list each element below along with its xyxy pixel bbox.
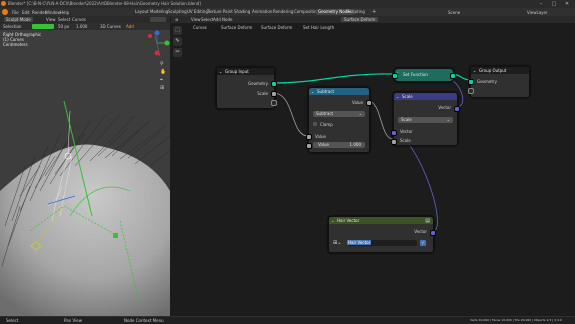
group-output-node[interactable]: ⌄ Group Output Geometry [468,66,530,98]
scale-input-socket[interactable] [391,139,397,145]
node-header[interactable]: ⌄ Hair Vector [329,217,433,224]
output-vector-label: Vector [438,105,451,110]
scale-node[interactable]: ⌄ Scale Vector Scale ⌄ Vector Scale [391,92,460,146]
vector-input-socket[interactable] [391,130,397,136]
node-title: Group Input [225,69,249,74]
confirm-check-icon[interactable]: ✓ [420,240,426,246]
output-vector-label: Vector [414,229,427,234]
group-input-node[interactable]: ⌄ Group Input Geometry Scale [216,67,277,109]
geometry-socket[interactable] [271,81,277,87]
node-header[interactable]: ⌄ Group Output [471,67,529,74]
input-geometry-label: Geometry [477,79,497,84]
collapse-icon[interactable]: ⌄ [396,93,399,100]
subtract-node[interactable]: ⌄ Subtract Value Subtract ⌄ Clamp Value Va… [306,87,372,153]
node-title: Scale [402,94,413,99]
attribute-name-field[interactable]: Hair Vector [347,240,417,246]
hair-vector-node[interactable]: ⌄ Hair Vector ▤ Vector ⊞⌄ Hair Vector ✓ [328,216,436,253]
set-function-node[interactable]: › Set Function [392,68,456,82]
vector-output-socket[interactable] [430,230,436,236]
value-output-socket[interactable] [366,100,372,106]
node-title: Subtract [317,89,335,94]
node-options-icon[interactable]: ▤ [425,218,430,224]
output-geometry-label: Geometry [248,81,268,86]
status-context-menu: Node Context Menu [124,318,164,323]
collapse-icon[interactable]: ⌄ [331,217,334,224]
input-value-label: Value [315,134,326,139]
input-vector-label: Vector [400,129,413,134]
scale-socket[interactable] [271,91,277,97]
operation-dropdown[interactable]: Scale ⌄ [398,117,453,123]
clamp-checkbox[interactable] [313,122,317,126]
output-scale-label: Scale [257,91,268,96]
collapse-icon[interactable]: ⌄ [219,68,222,75]
attribute-type-icon[interactable]: ⊞⌄ [333,240,341,246]
geometry-input-socket[interactable] [468,79,474,85]
node-title: Hair Vector [337,218,360,223]
operation-dropdown[interactable]: Subtract ⌄ [313,111,365,117]
chevron-down-icon: ⌄ [358,111,362,116]
node-links [272,73,471,233]
node-title: Set Function [403,72,428,77]
value-field[interactable]: Value 1.000 [313,142,365,148]
value-field-socket[interactable] [306,143,312,149]
vector-output-socket[interactable] [454,106,460,112]
empty-socket[interactable] [468,88,474,94]
value-input-socket[interactable] [306,134,312,140]
collapse-icon[interactable]: ⌄ [311,88,314,95]
input-scale-label: Scale [400,138,411,143]
empty-socket[interactable] [271,100,277,106]
status-pan: Pan View [64,318,82,323]
status-select: Select [6,318,19,323]
output-value-label: Value [352,100,363,105]
clamp-label: Clamp [320,122,333,127]
chevron-down-icon: ⌄ [446,117,450,122]
node-header[interactable]: ⌄ Subtract [309,88,369,95]
node-title: Group Output [479,68,507,73]
node-header[interactable]: ⌄ Group Input [217,68,274,75]
geometry-output-socket[interactable] [450,73,456,79]
collapse-icon[interactable]: ⌄ [473,67,476,74]
node-header[interactable]: ⌄ Scale [394,93,457,100]
scene-statistics: Verts 10,000 | Faces 10,000 | Tris 20,00… [470,318,562,322]
geometry-input-socket[interactable] [392,73,398,79]
